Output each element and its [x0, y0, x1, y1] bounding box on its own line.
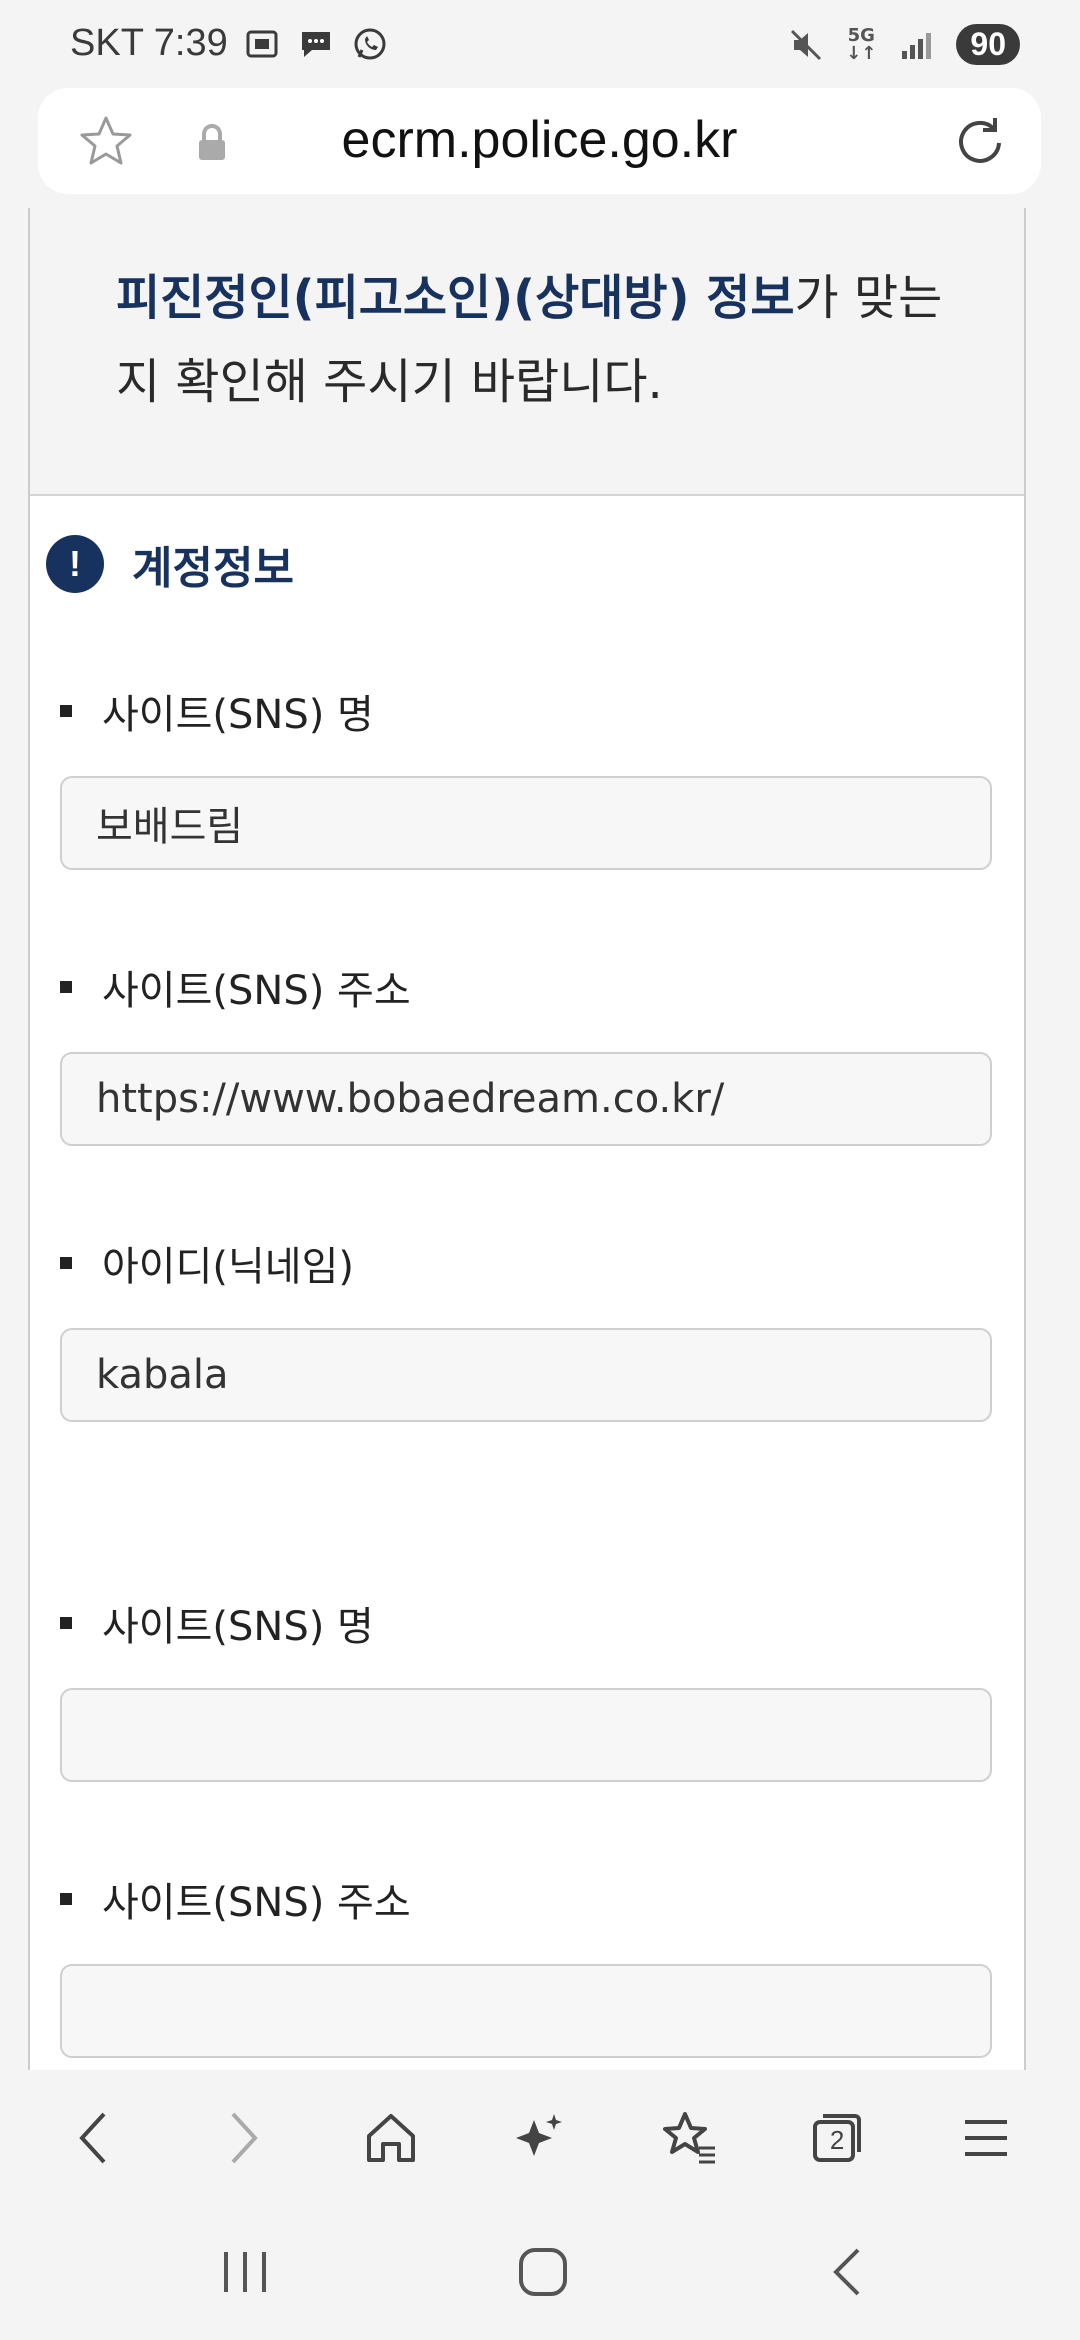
site-name-input[interactable]	[60, 776, 992, 870]
section-title: 계정정보	[132, 543, 294, 594]
sparkle-icon	[515, 2114, 562, 2156]
notice-box: 피진정인(피고소인)(상대방) 정보가 맞는지 확인해 주시기 바랍니다.	[30, 208, 1024, 496]
bookmarks-button[interactable]	[654, 2103, 724, 2173]
site-url-input[interactable]	[60, 1052, 992, 1146]
menu-icon	[964, 2120, 1007, 2156]
forward-button[interactable]	[208, 2103, 278, 2173]
account-info-header: ! 계정정보	[46, 532, 294, 596]
site-name-label-2: 사이트(SNS) 명	[60, 1594, 374, 1652]
message-icon	[301, 31, 330, 57]
reload-icon[interactable]	[951, 110, 1011, 172]
site-name-input-2[interactable]	[60, 1688, 992, 1782]
tabs-button[interactable]: 2	[802, 2103, 872, 2173]
menu-button[interactable]	[951, 2103, 1021, 2173]
site-name-label: 사이트(SNS) 명	[60, 682, 374, 740]
bookmarks-star-icon	[662, 2112, 715, 2164]
recent-apps-icon[interactable]	[210, 2242, 280, 2302]
system-nav-bar	[0, 2206, 1080, 2340]
tab-count: 2	[829, 2125, 845, 2155]
home-icon	[367, 2114, 416, 2162]
network-5g-icon: 5G ↓↑	[846, 24, 877, 64]
address-bar[interactable]: ecrm.police.go.kr	[38, 88, 1041, 194]
network-label: 5G	[847, 24, 875, 46]
site-name-label-text: 사이트(SNS) 명	[102, 692, 374, 738]
site-url-label: 사이트(SNS) 주소	[60, 958, 411, 1016]
page-content: 피진정인(피고소인)(상대방) 정보가 맞는지 확인해 주시기 바랍니다. ! …	[28, 208, 1026, 2070]
chevron-right-icon	[231, 2112, 258, 2164]
battery-indicator: 90	[956, 24, 1020, 65]
carrier-time: SKT 7:39	[70, 22, 228, 64]
ai-assist-button[interactable]	[505, 2103, 575, 2173]
home-nav-icon[interactable]	[508, 2242, 578, 2302]
whatsapp-icon	[354, 28, 386, 59]
site-url-input-2[interactable]	[60, 1964, 992, 2058]
notice-highlight: 피진정인(피고소인)(상대방) 정보	[116, 270, 795, 326]
bullet	[60, 1617, 72, 1629]
back-button[interactable]	[59, 2103, 129, 2173]
site-url-label-text: 사이트(SNS) 주소	[102, 968, 411, 1014]
status-right: 5G ↓↑ 90	[788, 24, 1020, 65]
site-name-label-text: 사이트(SNS) 명	[102, 1604, 374, 1650]
chevron-left-icon	[79, 2112, 106, 2164]
signal-icon	[902, 32, 932, 59]
user-id-input[interactable]	[60, 1328, 992, 1422]
screenshot-icon	[246, 30, 278, 57]
user-id-label-text: 아이디(닉네임)	[102, 1244, 355, 1290]
notice-text: 피진정인(피고소인)(상대방) 정보가 맞는지 확인해 주시기 바랍니다.	[116, 256, 956, 424]
mute-icon	[791, 29, 822, 60]
status-bar: SKT 7:39 5G ↓↑ 90	[0, 0, 1080, 88]
home-button[interactable]	[356, 2103, 426, 2173]
site-url-label-text: 사이트(SNS) 주소	[102, 1880, 411, 1926]
status-left: SKT 7:39	[70, 22, 390, 65]
back-nav-icon[interactable]	[814, 2242, 884, 2302]
bullet	[60, 1893, 72, 1905]
site-url-label-2: 사이트(SNS) 주소	[60, 1870, 411, 1928]
url-text[interactable]: ecrm.police.go.kr	[38, 110, 1041, 170]
bullet	[60, 981, 72, 993]
bullet	[60, 1257, 72, 1269]
browser-toolbar: 2	[0, 2070, 1080, 2206]
alert-icon: !	[46, 535, 104, 593]
user-id-label: 아이디(닉네임)	[60, 1234, 354, 1292]
bullet	[60, 705, 72, 717]
